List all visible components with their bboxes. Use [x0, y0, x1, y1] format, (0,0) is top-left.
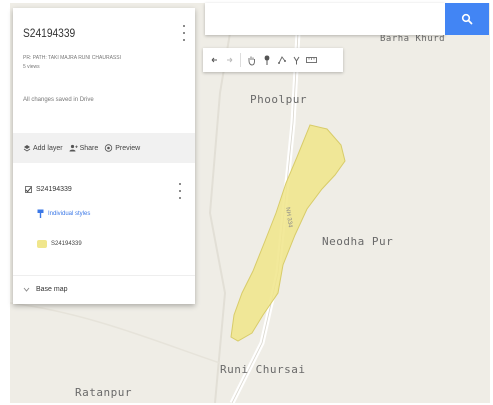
toolbar-divider	[240, 53, 241, 67]
layer-options-menu[interactable]	[177, 183, 183, 199]
panel-actions: Add layer Share Preview	[13, 133, 195, 163]
route-icon	[293, 56, 300, 65]
feature-color-swatch	[37, 240, 47, 248]
search-icon	[461, 13, 473, 25]
place-label-neodha-pur: Neodha Pur	[322, 235, 394, 248]
hand-icon	[248, 56, 255, 65]
marker-icon	[264, 54, 269, 65]
view-count: 5 views	[23, 64, 40, 70]
minor-road	[10, 302, 221, 364]
eye-icon	[105, 144, 113, 152]
preview-label: Preview	[115, 144, 141, 152]
select-tool-button[interactable]	[244, 50, 259, 70]
layer-name[interactable]: S24194339	[36, 186, 72, 193]
place-label-phoolpur: Phoolpur	[250, 93, 307, 106]
layer-header[interactable]: S24194339	[25, 186, 72, 193]
add-layer-label: Add layer	[33, 144, 63, 152]
place-label-runi-chursai: Runi Chursai	[220, 363, 306, 376]
undo-icon	[211, 57, 217, 62]
draw-line-button[interactable]	[274, 50, 289, 70]
individual-styles-link[interactable]: Individual styles	[48, 211, 90, 217]
chevron-down-icon	[23, 287, 30, 292]
directions-button[interactable]	[289, 50, 304, 70]
search-input[interactable]	[205, 3, 445, 35]
place-label-ratanpur: Ratanpur	[75, 386, 132, 399]
measure-button[interactable]	[304, 50, 319, 70]
base-map-label: Base map	[36, 286, 68, 293]
feature-name: S24194339	[51, 241, 82, 247]
map-description[interactable]: PR: PATH: TAKI MAJRA RUNI CHAURASSI	[23, 55, 121, 61]
redo-button[interactable]	[222, 50, 237, 70]
layer-visibility-checkbox[interactable]	[25, 186, 32, 193]
layer-style-row[interactable]: Individual styles	[37, 209, 90, 219]
add-layer-icon	[23, 145, 31, 152]
add-marker-button[interactable]	[259, 50, 274, 70]
map-title[interactable]: S24194339	[23, 26, 75, 40]
redo-icon	[227, 57, 233, 62]
share-button[interactable]: Share	[69, 144, 99, 152]
map-toolbar	[203, 48, 343, 72]
map-panel: S24194339 PR: PATH: TAKI MAJRA RUNI CHAU…	[13, 8, 195, 304]
save-status: All changes saved in Drive	[23, 97, 94, 103]
add-layer-button[interactable]: Add layer	[23, 144, 63, 152]
add-person-icon	[69, 144, 78, 152]
polyline-icon	[277, 56, 286, 64]
base-map-toggle[interactable]: Base map	[13, 275, 195, 303]
feature-list-item[interactable]: S24194339	[37, 240, 82, 248]
paint-bucket-icon	[37, 209, 44, 218]
preview-button[interactable]: Preview	[104, 144, 140, 152]
ruler-icon	[306, 57, 317, 63]
place-label-barha-khurd: Barha Khurd	[380, 34, 446, 44]
share-label: Share	[79, 144, 99, 152]
map-options-menu[interactable]	[181, 25, 187, 41]
search-button[interactable]	[445, 3, 489, 35]
undo-button[interactable]	[207, 50, 222, 70]
